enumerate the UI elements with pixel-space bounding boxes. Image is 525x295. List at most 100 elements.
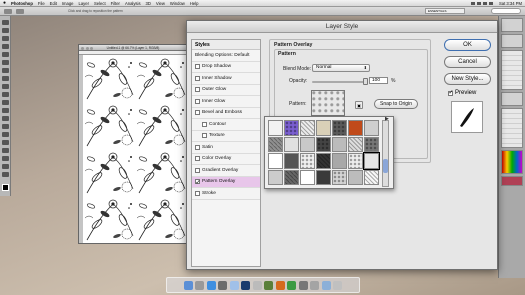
- menu-select[interactable]: Select: [94, 1, 106, 6]
- style-item-texture[interactable]: Texture: [192, 131, 260, 142]
- mail-icon[interactable]: [229, 280, 239, 290]
- foreground-color-swatch[interactable]: [1, 184, 9, 191]
- style-item-satin[interactable]: Satin: [192, 142, 260, 154]
- pattern-swatch-option[interactable]: [284, 136, 299, 152]
- zoom-icon[interactable]: [90, 46, 93, 50]
- snap-to-origin-button[interactable]: Snap to Origin: [374, 99, 418, 109]
- close-icon[interactable]: [81, 46, 84, 50]
- folder-icon[interactable]: [321, 280, 331, 290]
- finder-icon[interactable]: [183, 280, 193, 290]
- dodge-tool-icon[interactable]: [1, 124, 9, 129]
- menu-window[interactable]: Window: [170, 1, 185, 6]
- stamp-tool-icon[interactable]: [1, 84, 9, 89]
- style-checkbox[interactable]: [202, 133, 207, 139]
- document-titlebar[interactable]: Untitled-1 @ 66.7% (Layer 1, RGB/8): [79, 45, 187, 51]
- style-checkbox[interactable]: [195, 110, 200, 116]
- pattern-swatch-option[interactable]: [332, 136, 347, 152]
- menu-filter[interactable]: Filter: [111, 1, 120, 6]
- workspace-switcher[interactable]: ESSENTIALS: [425, 8, 465, 14]
- marquee-tool-icon[interactable]: [1, 28, 9, 33]
- pattern-swatch-option[interactable]: [363, 152, 380, 170]
- menu-edit[interactable]: Edit: [50, 1, 57, 6]
- document-canvas[interactable]: [83, 55, 187, 243]
- pattern-swatch-option[interactable]: [332, 169, 347, 185]
- app-icon[interactable]: [310, 280, 320, 290]
- safari-icon[interactable]: [206, 280, 216, 290]
- style-checkbox[interactable]: [195, 64, 200, 70]
- pattern-swatch-option[interactable]: [268, 169, 283, 185]
- pattern-swatch[interactable]: [311, 90, 345, 116]
- pattern-swatch-option[interactable]: [300, 153, 315, 169]
- eraser-tool-icon[interactable]: [1, 100, 9, 105]
- style-item-gradient-overlay[interactable]: Gradient Overlay: [192, 165, 260, 177]
- system-app-icon[interactable]: [195, 280, 205, 290]
- tool-preset-icon[interactable]: [4, 8, 12, 14]
- lasso-tool-icon[interactable]: [1, 36, 9, 41]
- app-icon[interactable]: [252, 280, 262, 290]
- pattern-swatch-option[interactable]: [268, 120, 283, 136]
- ok-button[interactable]: OK: [444, 39, 491, 51]
- pattern-swatch-option[interactable]: [332, 120, 347, 136]
- opacity-input[interactable]: 100: [369, 77, 388, 84]
- style-item-pattern-overlay[interactable]: Pattern Overlay: [192, 176, 260, 189]
- swatches-panel[interactable]: [501, 150, 523, 174]
- pattern-swatch-option[interactable]: [300, 169, 315, 185]
- menu-file[interactable]: File: [38, 1, 45, 6]
- style-checkbox[interactable]: [195, 87, 200, 93]
- pattern-swatch-option[interactable]: [316, 136, 331, 152]
- adjustments-panel[interactable]: [501, 34, 523, 48]
- layers-panel[interactable]: [501, 50, 523, 90]
- style-item-stroke[interactable]: Stroke: [192, 188, 260, 200]
- app-icon[interactable]: [264, 280, 274, 290]
- channels-panel[interactable]: [501, 92, 523, 106]
- gradient-tool-icon[interactable]: [1, 108, 9, 113]
- history-panel[interactable]: [501, 108, 523, 148]
- style-checkbox[interactable]: [195, 167, 200, 173]
- pattern-swatch-option[interactable]: [300, 120, 315, 136]
- pattern-swatch-option[interactable]: [364, 136, 379, 152]
- opacity-slider-knob[interactable]: [363, 78, 368, 85]
- minimize-icon[interactable]: [85, 46, 89, 50]
- zoom-tool-icon[interactable]: [1, 172, 9, 177]
- pattern-swatch-option[interactable]: [268, 136, 283, 152]
- pattern-swatch-option[interactable]: [284, 120, 299, 136]
- pattern-swatch-option[interactable]: [284, 169, 299, 185]
- pen-tool-icon[interactable]: [1, 132, 9, 137]
- menu-3d[interactable]: 3D: [146, 1, 151, 6]
- healing-tool-icon[interactable]: [1, 68, 9, 73]
- blur-tool-icon[interactable]: [1, 116, 9, 121]
- picker-scroll-thumb[interactable]: [383, 159, 388, 173]
- path-select-icon[interactable]: [1, 148, 9, 153]
- pattern-swatch-option[interactable]: [268, 153, 283, 169]
- style-checkbox[interactable]: [195, 144, 200, 150]
- menu-image[interactable]: Image: [62, 1, 74, 6]
- pattern-swatch-option[interactable]: [364, 169, 379, 185]
- style-item-outer-glow[interactable]: Outer Glow: [192, 85, 260, 96]
- picker-menu-icon[interactable]: ▶: [385, 116, 389, 122]
- picker-scrollbar[interactable]: [382, 120, 389, 187]
- preview-toggle[interactable]: Preview: [448, 89, 476, 96]
- blending-options-item[interactable]: Blending Options: Default: [192, 50, 260, 62]
- style-checkbox[interactable]: [195, 98, 200, 104]
- color-panel[interactable]: [501, 18, 523, 32]
- status-icons[interactable]: [470, 2, 493, 5]
- eyedropper-tool-icon[interactable]: [1, 60, 9, 65]
- style-checkbox[interactable]: [195, 156, 200, 162]
- wand-tool-icon[interactable]: [1, 44, 9, 49]
- history-brush-icon[interactable]: [1, 92, 9, 97]
- menu-help[interactable]: Help: [190, 1, 199, 6]
- preview-checkbox[interactable]: [448, 89, 454, 96]
- pattern-swatch-option[interactable]: [316, 120, 331, 136]
- clock[interactable]: Sat 3:34 PM: [499, 1, 522, 6]
- app-icon[interactable]: [287, 280, 297, 290]
- firefox-icon[interactable]: [275, 280, 285, 290]
- search-field[interactable]: [491, 8, 521, 14]
- options-icon[interactable]: [16, 8, 24, 14]
- photoshop-icon[interactable]: [241, 280, 251, 290]
- new-preset-icon[interactable]: ▣: [355, 101, 363, 109]
- blend-mode-select[interactable]: Normal ⬍: [312, 64, 370, 72]
- style-item-color-overlay[interactable]: Color Overlay: [192, 154, 260, 165]
- pattern-swatch-option[interactable]: [316, 153, 331, 169]
- type-tool-icon[interactable]: [1, 140, 9, 145]
- styles-panel[interactable]: [501, 176, 523, 186]
